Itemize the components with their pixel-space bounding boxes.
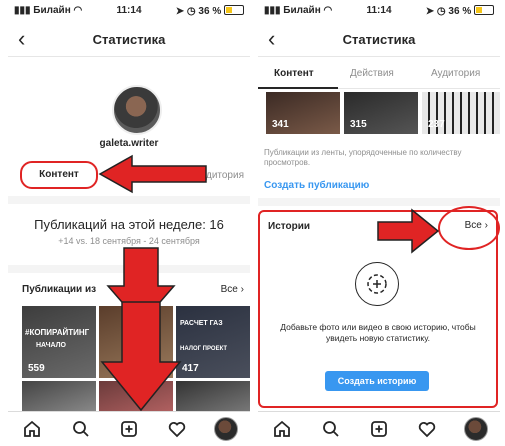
status-bar: ▮▮▮ Билайн ◠ 11:14 ➤ ◷ 36 %: [258, 0, 500, 20]
stats-tabs: Контент Действия Аудитория: [258, 58, 500, 89]
home-icon[interactable]: [268, 415, 296, 443]
location-icon: ➤: [175, 6, 187, 17]
tile-count: 341: [272, 119, 289, 130]
add-post-icon[interactable]: [365, 415, 393, 443]
bottom-tab-bar: [258, 411, 500, 446]
battery-icon: [474, 5, 494, 15]
bottom-tab-bar: [8, 411, 250, 446]
section-divider: [8, 196, 250, 204]
create-story-button[interactable]: Создать историю: [325, 371, 429, 391]
tab-actions[interactable]: Действия: [350, 68, 394, 79]
stories-empty-text: Добавьте фото или видео в свою историю, …: [280, 322, 476, 343]
red-arrow-left-icon: [98, 154, 207, 194]
publications-title: Публикации из: [22, 284, 97, 295]
highlight-circle: [438, 206, 500, 250]
profile-tab[interactable]: [212, 415, 240, 443]
tile-count: 315: [350, 119, 367, 130]
tile-count: 559: [28, 363, 45, 374]
status-bar: ▮▮▮ Билайн ◠ 11:14 ➤ ◷ 36 %: [8, 0, 250, 20]
battery-status: ➤ ◷ 36 %: [176, 5, 244, 17]
avatar: [213, 417, 238, 441]
page-title: Статистика: [92, 32, 166, 47]
add-post-icon[interactable]: [115, 415, 143, 443]
profile-tab[interactable]: [462, 415, 490, 443]
nav-header: ‹ Статистика: [8, 22, 250, 57]
red-arrow-right-icon: [377, 208, 440, 254]
battery-status: ➤ ◷ 36 %: [426, 5, 494, 17]
home-icon[interactable]: [18, 415, 46, 443]
phone-screen-right: ▮▮▮ Билайн ◠ 11:14 ➤ ◷ 36 % ‹ Статистика…: [258, 0, 500, 446]
week-publications-title: Публикаций на этой неделе: 16: [34, 217, 224, 232]
search-icon[interactable]: [67, 415, 95, 443]
nav-header: ‹ Статистика: [258, 22, 500, 57]
tile-caption: #КОПИРАЙТИНГ: [25, 328, 90, 337]
tile-count: 237: [428, 119, 445, 130]
tile-subcaption: НАЛОГ ПРОЕКТ: [180, 346, 228, 352]
publication-tile[interactable]: [176, 381, 250, 411]
active-tab-indicator: [258, 87, 338, 89]
publication-tile[interactable]: [22, 381, 96, 411]
alarm-icon: ◷: [436, 6, 449, 17]
battery-icon: [224, 5, 244, 15]
heart-icon[interactable]: [413, 415, 441, 443]
top-publications-grid: 341 315 237: [266, 92, 500, 134]
tab-content[interactable]: Контент: [274, 68, 314, 79]
tile-subcaption: НАЧАЛО: [36, 342, 66, 349]
chevron-right-icon: ›: [240, 284, 244, 295]
create-publication-link[interactable]: Создать публикацию: [264, 180, 369, 191]
publication-tile[interactable]: #КОПИРАЙТИНГ НАЧАЛО 559: [22, 306, 96, 378]
tab-content[interactable]: Контент: [20, 161, 98, 189]
add-story-icon: [355, 262, 399, 306]
week-publications-subtitle: +14 vs. 18 сентября - 24 сентября: [58, 236, 200, 246]
publication-tile[interactable]: 315: [344, 92, 418, 134]
stories-title: Истории: [268, 221, 311, 232]
username: galeta.writer: [99, 138, 159, 149]
tile-caption: РАСЧЕТ ГАЗ: [180, 320, 223, 327]
tile-count: 417: [182, 363, 199, 374]
alarm-icon: ◷: [186, 6, 199, 17]
heart-icon[interactable]: [163, 415, 191, 443]
publication-tile[interactable]: РАСЧЕТ ГАЗ НАЛОГ ПРОЕКТ 417: [176, 306, 250, 378]
profile-avatar: [112, 85, 162, 135]
publications-all-link[interactable]: Все ›: [221, 284, 244, 295]
location-icon: ➤: [425, 6, 437, 17]
red-arrow-down-icon: [100, 301, 182, 412]
publication-tile[interactable]: 237: [422, 92, 500, 134]
phone-screen-left: ▮▮▮ Билайн ◠ 11:14 ➤ ◷ 36 % ‹ Статистика…: [8, 0, 250, 446]
search-icon[interactable]: [317, 415, 345, 443]
avatar: [463, 417, 488, 441]
tab-audience[interactable]: Аудитория: [431, 68, 480, 79]
publications-note: Публикации из ленты, упорядоченные по ко…: [264, 148, 462, 167]
page-title: Статистика: [342, 32, 416, 47]
section-divider: [258, 198, 500, 206]
publication-tile[interactable]: 341: [266, 92, 340, 134]
